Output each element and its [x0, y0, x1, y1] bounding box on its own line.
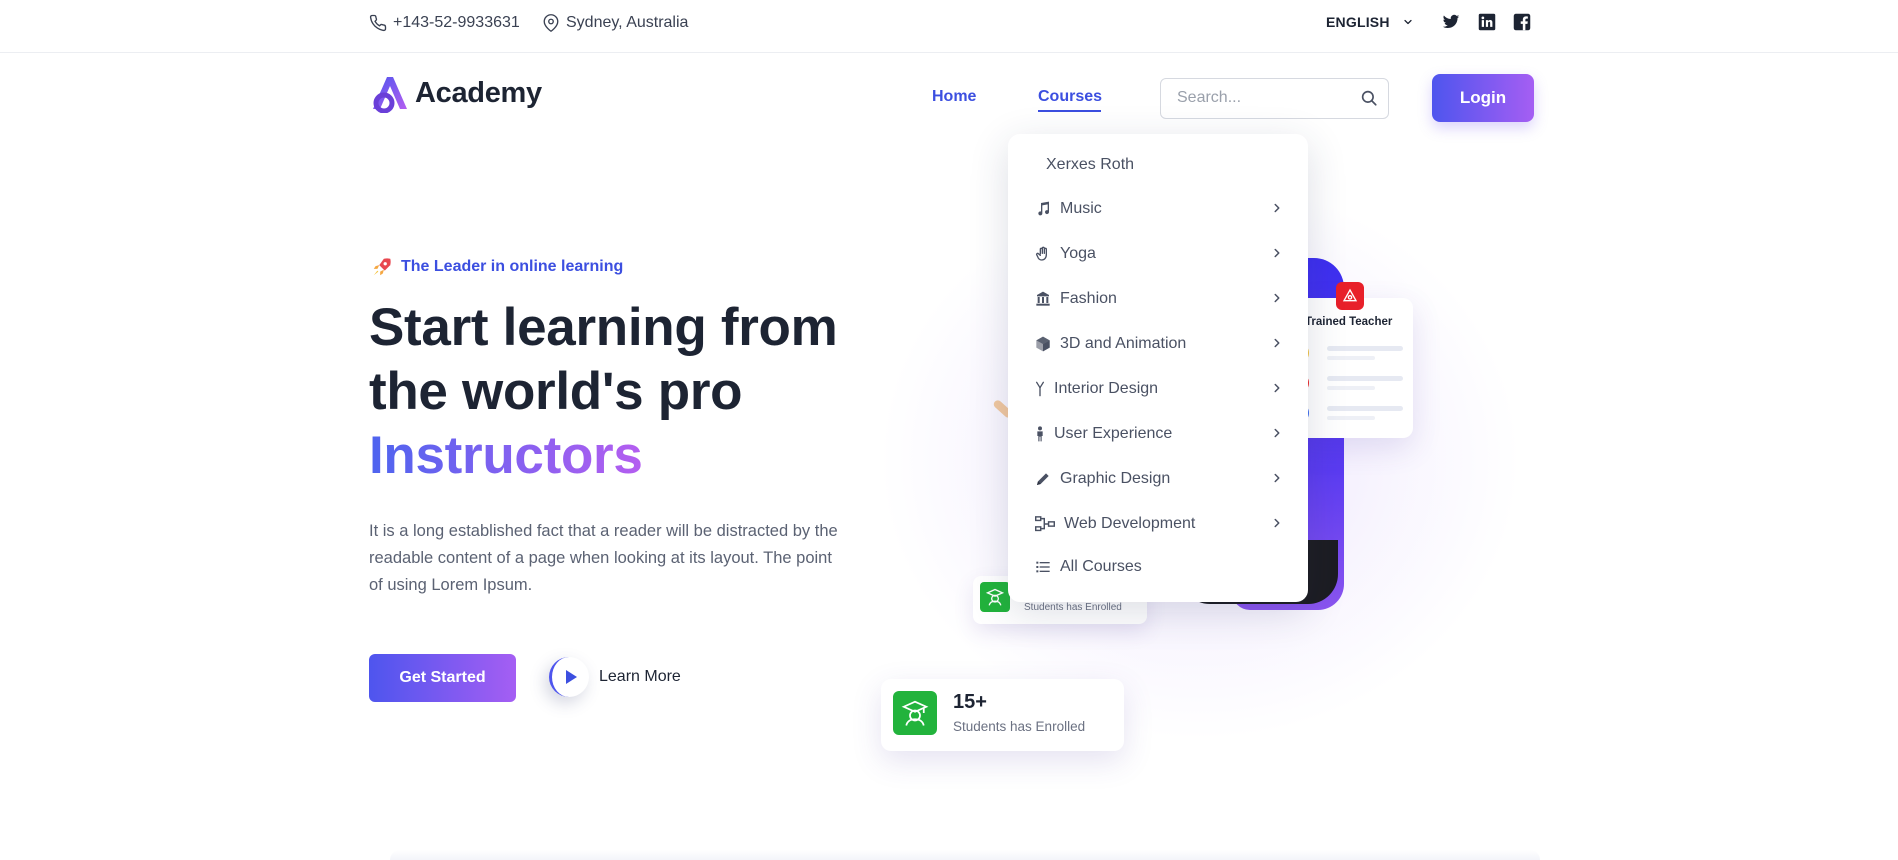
chevron-right-icon: [1274, 203, 1280, 213]
hero-title-line2: the world's pro: [369, 362, 743, 421]
dropdown-item-yoga[interactable]: Yoga: [1034, 242, 1284, 266]
trained-teacher-card: Trained Teacher: [1293, 298, 1413, 438]
enroll-text: Students has Enrolled: [953, 719, 1086, 734]
dropdown-item-label: Web Development: [1064, 515, 1196, 532]
hero-title: Start learning from the world's pro Inst…: [369, 296, 838, 488]
hero-title-line1: Start learning from: [369, 298, 838, 357]
graduate-icon: [893, 691, 937, 735]
top-bar: +143-52-9933631 Sydney, Australia ENGLIS…: [0, 0, 1898, 53]
dropdown-item-fashion[interactable]: Fashion: [1034, 287, 1284, 311]
search-icon[interactable]: [1360, 89, 1378, 112]
dropdown-item-interior-design[interactable]: Interior Design: [1034, 377, 1284, 401]
login-button[interactable]: Login: [1432, 74, 1534, 122]
dropdown-item-all-courses[interactable]: All Courses: [1034, 555, 1284, 579]
dropdown-item-label: Yoga: [1060, 245, 1096, 262]
sitemap-icon: [1034, 515, 1056, 533]
dropdown-item-label: Interior Design: [1054, 380, 1159, 397]
chevron-right-icon: [1274, 473, 1280, 483]
dropdown-item-label: Fashion: [1060, 290, 1117, 307]
phone-contact[interactable]: +143-52-9933631: [369, 14, 520, 32]
chevron-right-icon: [1274, 248, 1280, 258]
hero-description: It is a long established fact that a rea…: [369, 522, 838, 594]
hero-tagline: The Leader in online learning: [371, 256, 623, 278]
list-icon: [1034, 558, 1052, 576]
lamp-icon: [1034, 380, 1046, 398]
map-pin-icon: [543, 14, 559, 32]
location-contact: Sydney, Australia: [542, 14, 688, 32]
twitter-icon[interactable]: [1440, 11, 1462, 33]
cube-icon: [1034, 335, 1052, 353]
phone-number: +143-52-9933631: [393, 14, 520, 31]
search-box[interactable]: [1160, 78, 1389, 119]
building-icon: [1034, 290, 1052, 308]
logo-text: Academy: [415, 76, 542, 109]
dropdown-item-user-experience[interactable]: User Experience: [1034, 422, 1284, 446]
chevron-right-icon: [1274, 428, 1280, 438]
courses-dropdown-menu: Xerxes Roth Music Yoga Fashion 3D and An…: [1008, 134, 1308, 602]
teacher-placeholder-bar: [1327, 416, 1375, 420]
dropdown-item-music[interactable]: Music: [1034, 197, 1284, 221]
linkedin-icon[interactable]: [1476, 11, 1498, 33]
dropdown-item-web-development[interactable]: Web Development: [1034, 512, 1284, 536]
language-selector[interactable]: ENGLISH: [1326, 14, 1414, 30]
teacher-placeholder-bar: [1327, 346, 1403, 351]
pencil-icon: [1034, 470, 1052, 488]
tagline-text: The Leader in online learning: [401, 258, 624, 275]
dropdown-header[interactable]: Xerxes Roth: [1046, 156, 1134, 174]
dropdown-item-label: Music: [1060, 200, 1102, 217]
chevron-right-icon: [1274, 293, 1280, 303]
dropdown-item-label: All Courses: [1060, 558, 1142, 575]
enroll-count: 15+: [953, 691, 987, 713]
graduate-icon: [980, 582, 1010, 612]
language-label: ENGLISH: [1326, 14, 1390, 30]
learn-more-button[interactable]: Learn More: [549, 657, 681, 697]
enroll-small-text: Students has Enrolled: [1024, 602, 1122, 613]
person-icon: [1034, 425, 1046, 443]
logo-icon: [373, 77, 407, 113]
teacher-placeholder-bar: [1327, 356, 1375, 360]
rocket-icon: [373, 258, 391, 276]
enroll-card: 15+ Students has Enrolled: [881, 679, 1124, 751]
learn-more-label: Learn More: [599, 668, 681, 685]
chevron-right-icon: [1274, 338, 1280, 348]
chevron-down-icon: [1404, 19, 1412, 25]
hero-title-highlight: Instructors: [369, 426, 643, 485]
teacher-placeholder-bar: [1327, 406, 1403, 411]
dropdown-item-label: User Experience: [1054, 425, 1173, 442]
get-started-button[interactable]: Get Started: [369, 654, 516, 702]
next-section-edge: [390, 850, 1540, 860]
academy-logo[interactable]: Academy: [369, 73, 542, 113]
nav-courses[interactable]: Courses: [1038, 88, 1102, 106]
dropdown-item-label: Graphic Design: [1060, 470, 1171, 487]
phone-icon: [369, 14, 387, 32]
facebook-icon[interactable]: [1511, 11, 1533, 33]
search-input[interactable]: [1177, 89, 1357, 107]
hand-icon: [1034, 245, 1052, 263]
nav-home[interactable]: Home: [932, 88, 976, 106]
dropdown-item-label: 3D and Animation: [1060, 335, 1187, 352]
music-note-icon: [1034, 200, 1052, 218]
dropdown-item-graphic-design[interactable]: Graphic Design: [1034, 467, 1284, 491]
teacher-placeholder-bar: [1327, 386, 1375, 390]
teacher-placeholder-bar: [1327, 376, 1403, 381]
play-icon[interactable]: [549, 657, 589, 697]
chevron-right-icon: [1274, 383, 1280, 393]
location-text: Sydney, Australia: [566, 14, 689, 31]
teacher-badge-icon: [1336, 282, 1364, 310]
chevron-right-icon: [1274, 518, 1280, 528]
dropdown-item-3d-animation[interactable]: 3D and Animation: [1034, 332, 1284, 356]
nav-active-underline: [1038, 110, 1101, 112]
teacher-card-label: Trained Teacher: [1305, 316, 1393, 328]
